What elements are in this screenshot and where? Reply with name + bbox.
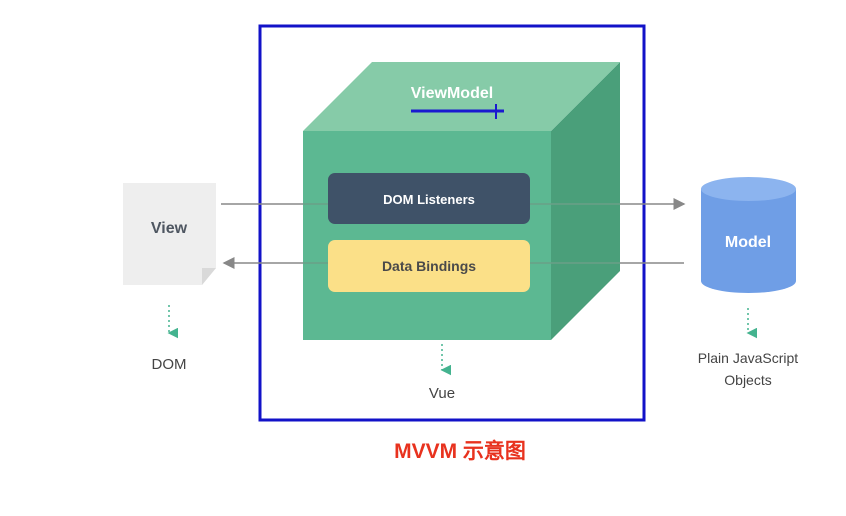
view-node: View [123, 183, 216, 285]
model-cylinder-bottom [701, 269, 796, 293]
view-label: View [151, 220, 188, 237]
data-bindings-box: Data Bindings [328, 240, 530, 292]
model-caption-line-2: Objects [724, 372, 771, 388]
model-caption-line-1: Plain JavaScript [698, 350, 798, 366]
viewmodel-label: ViewModel [411, 85, 493, 102]
cube-front-face [303, 131, 551, 340]
dom-listeners-box: DOM Listeners [328, 173, 530, 224]
dom-listeners-label: DOM Listeners [383, 192, 475, 207]
figure-caption: MVVM 示意图 [394, 439, 526, 463]
mvvm-diagram: View ViewModel DOM Listeners Data Bindin… [123, 24, 798, 463]
vue-caption: Vue [429, 385, 455, 402]
model-cylinder-top [701, 177, 796, 201]
data-bindings-label: Data Bindings [382, 258, 476, 274]
model-label: Model [725, 234, 771, 251]
view-page-fold [202, 268, 216, 285]
model-node: Model [701, 177, 796, 293]
dom-caption: DOM [152, 356, 187, 373]
